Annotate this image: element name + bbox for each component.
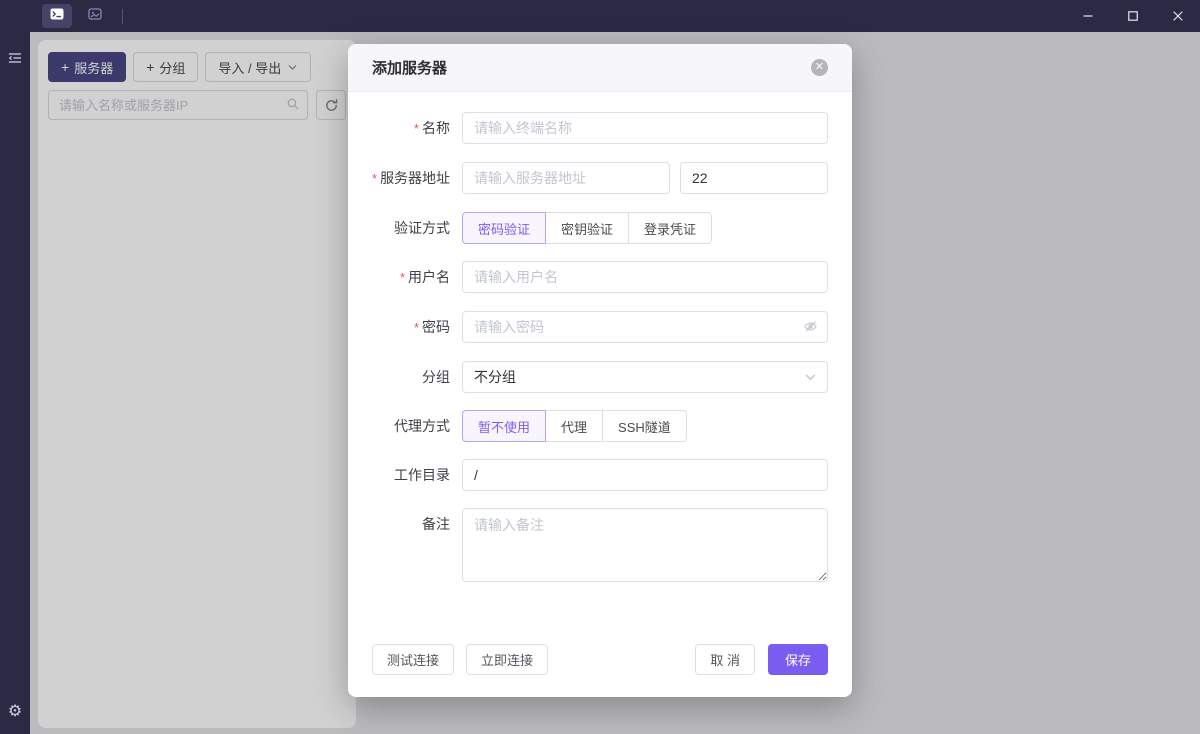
dialog-body: *名称 *服务器地址 验证方式 密码验证 <box>348 92 852 587</box>
settings-button[interactable]: ⚙ <box>0 704 30 720</box>
auth-segmented-control: 密码验证 密钥验证 登录凭证 <box>462 212 712 244</box>
form-row-name: *名称 <box>372 112 828 145</box>
form-row-auth: 验证方式 密码验证 密钥验证 登录凭证 <box>372 212 828 244</box>
titlebar <box>0 0 1200 32</box>
maximize-button[interactable] <box>1110 0 1155 32</box>
form-row-password: *密码 <box>372 311 828 344</box>
group-label: 分组 <box>372 361 450 393</box>
cancel-button[interactable]: 取 消 <box>695 644 755 675</box>
form-row-proxy: 代理方式 暂不使用 代理 SSH隧道 <box>372 410 828 442</box>
connect-now-button[interactable]: 立即连接 <box>466 644 548 675</box>
name-label: *名称 <box>372 112 450 145</box>
window-controls <box>1065 0 1200 32</box>
form-row-workdir: 工作目录 <box>372 459 828 491</box>
form-row-username: *用户名 <box>372 261 828 294</box>
dialog-close-button[interactable]: ✕ <box>811 59 828 76</box>
password-label: *密码 <box>372 311 450 344</box>
tab-gallery[interactable] <box>80 4 110 28</box>
username-label: *用户名 <box>372 261 450 294</box>
port-input[interactable] <box>680 162 828 194</box>
dialog-header: 添加服务器 ✕ <box>348 44 852 92</box>
eye-off-icon[interactable] <box>803 319 818 339</box>
auth-option-key[interactable]: 密钥验证 <box>545 212 629 244</box>
proxy-label: 代理方式 <box>372 410 450 442</box>
required-mark: * <box>400 270 405 285</box>
chevron-down-icon <box>804 371 817 387</box>
minimize-button[interactable] <box>1065 0 1110 32</box>
workdir-label: 工作目录 <box>372 459 450 491</box>
proxy-option-proxy[interactable]: 代理 <box>545 410 603 442</box>
close-window-button[interactable] <box>1155 0 1200 32</box>
auth-option-password[interactable]: 密码验证 <box>462 212 546 244</box>
username-input[interactable] <box>462 261 828 293</box>
app-window: ⚙ + 服务器 + 分组 导入 / 导出 <box>0 0 1200 734</box>
terminal-tab-icon <box>49 6 65 27</box>
maximize-icon <box>1127 10 1139 22</box>
titlebar-tabs <box>0 0 123 32</box>
auth-label: 验证方式 <box>372 212 450 244</box>
save-button[interactable]: 保存 <box>768 644 828 675</box>
proxy-segmented-control: 暂不使用 代理 SSH隧道 <box>462 410 687 442</box>
menu-fold-icon <box>7 50 23 66</box>
dialog-title: 添加服务器 <box>372 57 447 78</box>
test-connection-button[interactable]: 测试连接 <box>372 644 454 675</box>
auth-option-credential[interactable]: 登录凭证 <box>628 212 712 244</box>
form-row-group: 分组 不分组 <box>372 361 828 393</box>
required-mark: * <box>372 171 377 186</box>
sidebar-rail: ⚙ <box>0 32 30 734</box>
gear-icon: ⚙ <box>8 704 22 720</box>
remark-textarea[interactable] <box>462 508 828 582</box>
group-select[interactable]: 不分组 <box>462 361 828 393</box>
gallery-tab-icon <box>87 6 103 27</box>
proxy-option-ssh-tunnel[interactable]: SSH隧道 <box>602 410 687 442</box>
name-input[interactable] <box>462 112 828 144</box>
minimize-icon <box>1082 10 1094 22</box>
required-mark: * <box>414 320 419 335</box>
workdir-input[interactable] <box>462 459 828 491</box>
required-mark: * <box>414 121 419 136</box>
add-server-dialog: 添加服务器 ✕ *名称 *服务器地址 验证方式 <box>348 44 852 697</box>
form-row-address: *服务器地址 <box>372 162 828 195</box>
tab-divider <box>122 9 123 24</box>
close-icon <box>1172 10 1184 22</box>
form-row-remark: 备注 <box>372 508 828 587</box>
collapse-sidebar-button[interactable] <box>0 50 30 66</box>
proxy-option-none[interactable]: 暂不使用 <box>462 410 546 442</box>
password-input[interactable] <box>462 311 828 343</box>
dialog-footer: 测试连接 立即连接 取 消 保存 <box>348 604 852 697</box>
group-selected-value: 不分组 <box>474 367 516 387</box>
address-label: *服务器地址 <box>372 162 450 195</box>
remark-label: 备注 <box>372 508 450 540</box>
tab-terminal[interactable] <box>42 4 72 28</box>
server-address-input[interactable] <box>462 162 670 194</box>
